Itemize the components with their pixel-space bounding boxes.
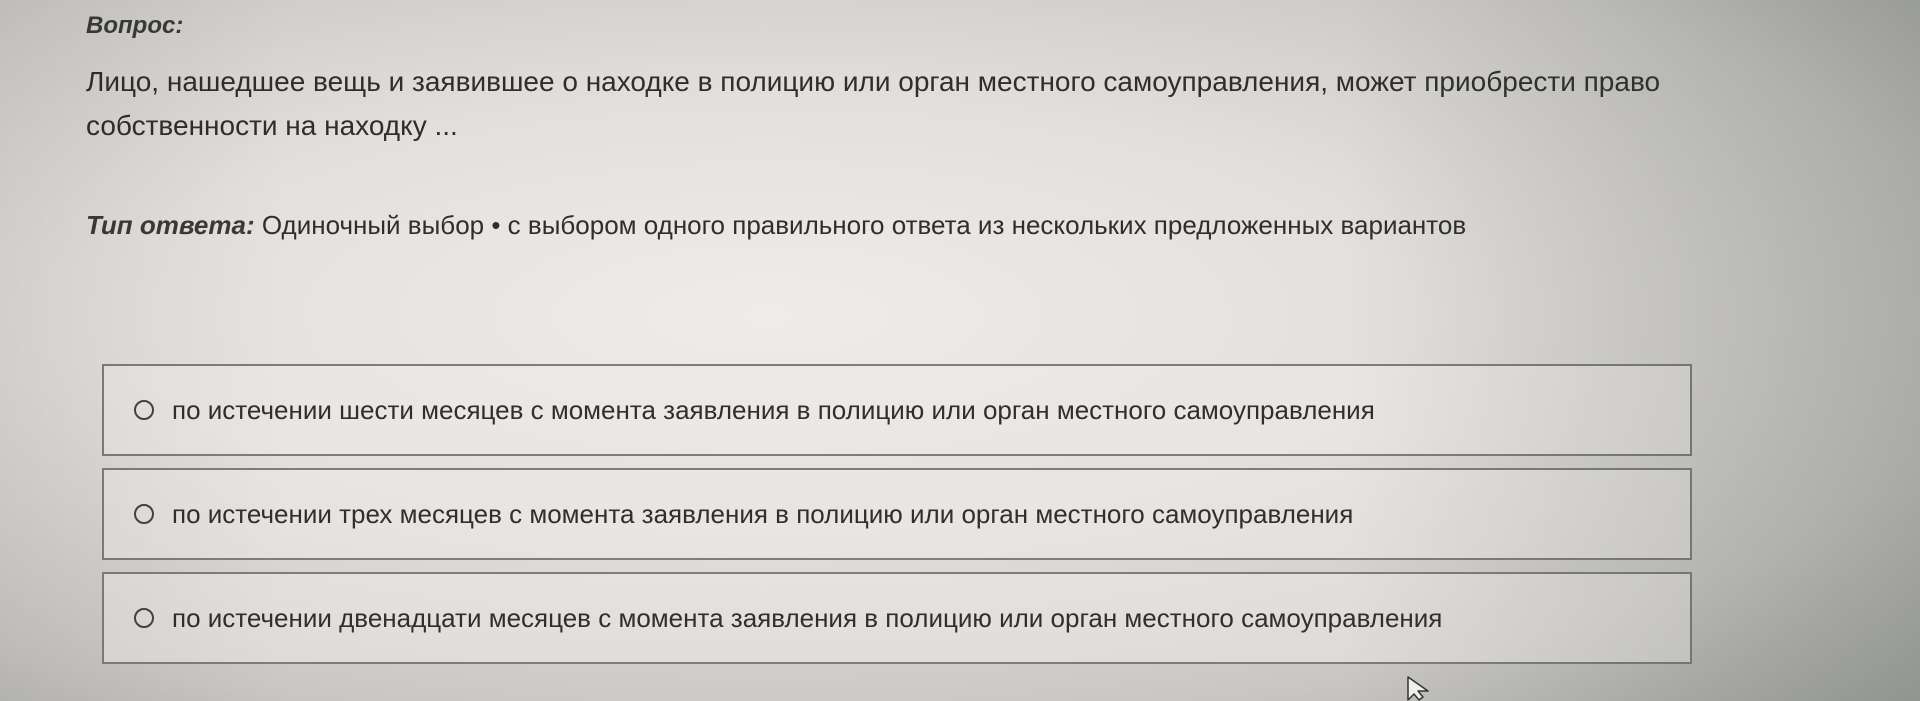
answer-type-value: Одиночный выбор • с выбором одного прави… [261,210,1467,240]
answer-option-label: по истечении трех месяцев с момента заяв… [172,498,1354,529]
answer-type-label: Тип ответа: [86,210,255,240]
answer-option-3[interactable]: по истечении двенадцати месяцев с момент… [102,572,1692,664]
question-text: Лицо, нашедшее вещь и заявившее о находк… [86,66,1661,141]
answer-type: Тип ответа: Одиночный выбор • с выбором … [86,210,1466,241]
question-label: Вопрос: [86,12,184,39]
quiz-page: Вопрос: Лицо, нашедшее вещь и заявившее … [0,0,1920,701]
answer-options: по истечении шести месяцев с момента зая… [102,364,1692,676]
answer-option-2[interactable]: по истечении трех месяцев с момента заяв… [102,468,1692,560]
answer-option-label: по истечении шести месяцев с момента зая… [172,394,1375,425]
radio-unselected-icon[interactable] [134,400,154,420]
radio-unselected-icon[interactable] [134,504,154,524]
radio-unselected-icon[interactable] [134,608,154,628]
answer-option-1[interactable]: по истечении шести месяцев с момента зая… [102,364,1692,456]
mouse-pointer-icon [1407,676,1429,701]
answer-option-label: по истечении двенадцати месяцев с момент… [172,602,1443,633]
